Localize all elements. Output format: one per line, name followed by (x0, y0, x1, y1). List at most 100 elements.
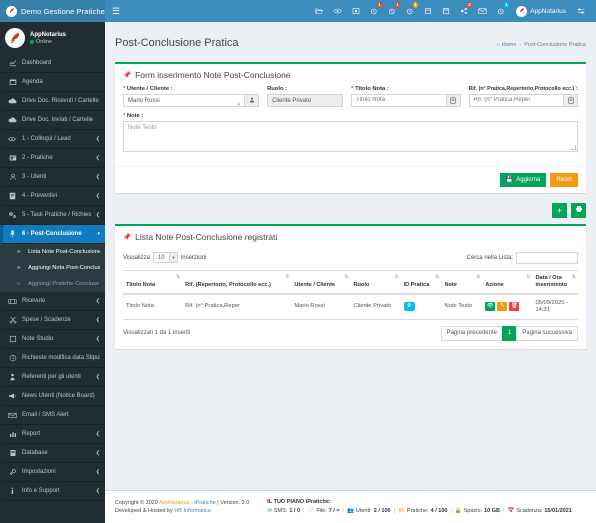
id-pratica-badge[interactable]: 9 (403, 302, 415, 312)
window-icon[interactable] (347, 0, 365, 22)
sidebar-item-database[interactable]: Database ❮ (0, 444, 105, 463)
col-titolo-nota[interactable]: Titolo Nota ⇅ (123, 269, 183, 295)
form-box-title: Form inserimento Note Post-Conclusione (135, 69, 291, 80)
calendar-alt-icon[interactable] (437, 0, 455, 22)
rif-input[interactable] (468, 93, 565, 107)
sidebar-item-info-support[interactable]: Info e Support ❮ (0, 482, 105, 501)
col-rif[interactable]: Rif. (Repertorio, Protocollo ecc.) ⇅ (182, 269, 292, 295)
top-navbar: Demo Gestione Pratiche ☰ 1 1 1 2 1 AppNo… (0, 0, 596, 22)
footer-product[interactable]: iPratiche (194, 500, 215, 506)
chevron-right-icon: ❮ (95, 431, 100, 437)
sidebar-item-impostazioni[interactable]: Impostazioni ❮ (0, 463, 105, 482)
sidebar-item-drive-ricevuti[interactable]: Drive Doc. Ricevuti / Cartelle (0, 92, 105, 111)
sidebar-item-drive-inviati[interactable]: Drive Doc. Inviati / Cartelle (0, 111, 105, 130)
chevron-right-icon: ❮ (95, 298, 100, 304)
search-group: Cerca nella Lista: (467, 251, 578, 264)
navbar-icon-group: 1 1 1 2 1 AppNotarius (310, 0, 596, 22)
form-box-footer: 💾 Aggiorna Reset (115, 165, 586, 193)
sidebar-subitem-aggiungi-pratiche[interactable]: » Aggiungi Pratiche Concluse (0, 276, 105, 292)
database-icon (8, 449, 17, 457)
sidebar-item-preventivi[interactable]: 4 - Preventivi ❮ (0, 187, 105, 206)
add-button[interactable]: + (552, 202, 567, 218)
calendar-icon[interactable] (419, 0, 437, 22)
clock-badge-aqua-icon[interactable]: 1 (492, 0, 510, 22)
sidebar-item-dashboard[interactable]: Dashboard (0, 54, 105, 73)
user-menu[interactable]: AppNotarius (510, 5, 572, 17)
gear-sliders-icon[interactable] (572, 0, 590, 22)
footer-version: Version. 2.0 (220, 500, 250, 506)
pin-icon: 📌 (123, 233, 132, 241)
sidebar-subitem-aggiungi-nota[interactable]: » Aggiungi Nota Post-Conclusione (0, 260, 105, 276)
print-button[interactable] (571, 202, 586, 218)
footer-dev-name[interactable]: HB Informatica (174, 508, 210, 514)
folder-icon: 📁 (398, 508, 405, 514)
table-footer: Visualizzati 1 da 1 inseriti Pagina prec… (123, 320, 578, 341)
sidebar-user-panel[interactable]: AppNotarius Online (0, 22, 105, 54)
sidebar-item-pratiche[interactable]: 2 - Pratiche ❮ (0, 149, 105, 168)
clock-alert-red-icon[interactable]: 1 (365, 0, 383, 22)
table-header-row: Titolo Nota ⇅ Rif. (Repertorio, Protocoll… (123, 269, 578, 295)
sidebar-item-richieste-stipula[interactable]: Richieste modifica data Stipula (0, 349, 105, 368)
plan-file-label: File: (316, 508, 327, 514)
notification-badge: 1 (376, 2, 383, 8)
breadcrumb-current: Post-Conclusione Pratica (524, 42, 586, 49)
sidebar-item-post-conclusione[interactable]: 6 - Post-Conclusione ▾ » Lista Note Post… (0, 225, 105, 292)
sort-icon: ⇅ (526, 273, 530, 280)
sidebar-subitem-lista-note[interactable]: » Lista Note Post-Conclusione (0, 244, 105, 260)
chevron-down-icon: ▾ (237, 101, 241, 107)
sidebar-item-label: Ricevute (22, 298, 46, 304)
sidebar-item-news-utenti[interactable]: News Utenti (Notice Board) (0, 387, 105, 406)
envelope-icon[interactable] (473, 0, 492, 22)
footer-app-name[interactable]: AppNotarius (159, 500, 189, 506)
prev-page-button[interactable]: Pagina precedente (440, 325, 503, 341)
col-note[interactable]: Note ⇅ (441, 269, 483, 295)
sidebar-item-referenti[interactable]: Referenti per gli utenti ❮ (0, 368, 105, 387)
user-icon (8, 173, 17, 181)
sidebar-item-report[interactable]: Report ❮ (0, 425, 105, 444)
trash-icon[interactable]: 🗑 (509, 302, 520, 312)
note-textarea[interactable]: Note Testo (123, 120, 578, 152)
search-input[interactable] (516, 251, 578, 264)
sidebar-item-task-pratiche[interactable]: 5 - Task Pratiche / Richieste ❮ (0, 206, 105, 225)
sidebar-item-colloqui-lead[interactable]: 1 - Colloqui / Lead ❮ (0, 130, 105, 149)
breadcrumb-home-link[interactable]: ⌂ Home (496, 42, 516, 48)
sidebar-item-email-sms[interactable]: Email / SMS Alert (0, 406, 105, 425)
length-label-after: inserzioni (180, 254, 207, 261)
brand-logo-area[interactable]: Demo Gestione Pratiche (0, 0, 105, 22)
cell-id-pratica: 9 (400, 293, 442, 320)
sidebar-item-note-studio[interactable]: Note Studio ❮ (0, 330, 105, 349)
page-1-button[interactable]: 1 (501, 325, 518, 341)
col-ruolo[interactable]: Ruolo ⇅ (350, 269, 401, 295)
aggiorna-button[interactable]: 💾 Aggiorna (499, 172, 547, 187)
share-nodes-icon[interactable]: 2 (455, 0, 473, 22)
sidebar-item-utenti[interactable]: 3 - Utenti ❮ (0, 168, 105, 187)
eye-icon[interactable] (328, 0, 347, 22)
clock-alert-red2-icon[interactable]: 1 (383, 0, 401, 22)
titolo-nota-input[interactable] (351, 93, 447, 107)
form-row-1: * Utente / Cliente : Mario Rossi ▾ Ruolo… (123, 86, 579, 113)
hamburger-icon[interactable]: ☰ (105, 0, 127, 22)
clock-alert-yellow-icon[interactable]: 1 (401, 0, 419, 22)
col-id-pratica[interactable]: ID Pratica ⇅ (400, 269, 442, 295)
resize-grip-icon[interactable] (571, 144, 576, 150)
table-row[interactable]: Titolo Nota Rif. (n° Pratica,Reper Mario… (123, 293, 578, 320)
folder-open-icon[interactable] (310, 0, 328, 22)
pencil-icon[interactable]: ✎ (497, 302, 508, 312)
utente-select[interactable]: Mario Rossi ▾ (123, 93, 246, 107)
page-length-select[interactable]: 10 ▾ (152, 252, 178, 264)
sidebar-item-spese-scadenze[interactable]: Spese / Scadenze ❮ (0, 311, 105, 330)
file-icon[interactable] (446, 93, 461, 107)
col-azione[interactable]: Azione ⇅ (482, 269, 533, 295)
file-icon[interactable] (564, 93, 579, 107)
sidebar-item-agenda[interactable]: Agenda (0, 73, 105, 92)
next-page-button[interactable]: Pagina successiva (516, 325, 578, 341)
eye-icon[interactable]: 👁 (485, 302, 496, 312)
col-data-ora[interactable]: Data / Ora inserimento ⇅ (532, 269, 578, 295)
sidebar-item-ricevute[interactable]: Ricevute ❮ (0, 292, 105, 311)
col-utente-cliente[interactable]: Utente / Cliente ⇅ (291, 269, 351, 295)
sidebar: AppNotarius Online Dashboard Agenda Driv… (0, 22, 105, 523)
pagination: Pagina precedente 1 Pagina successiva (440, 325, 578, 341)
user-icon[interactable] (245, 93, 260, 107)
field-note-label: * Note : (123, 112, 144, 119)
reset-button[interactable]: Reset (550, 172, 578, 187)
